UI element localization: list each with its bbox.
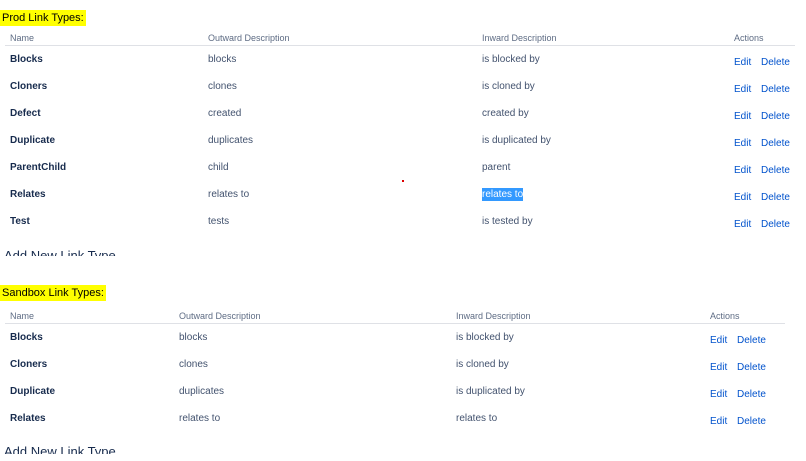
- sandbox-header-name: Name: [10, 311, 35, 321]
- link-type-name: Cloners: [10, 359, 48, 370]
- link-type-name: Test: [10, 216, 30, 227]
- prod-header-divider: [5, 45, 795, 46]
- inward-description: is blocked by: [482, 54, 540, 65]
- edit-link[interactable]: Edit: [710, 334, 727, 347]
- inward-description-selected: relates to: [482, 188, 524, 201]
- edit-link[interactable]: Edit: [734, 218, 751, 231]
- edit-link[interactable]: Edit: [734, 83, 751, 96]
- outward-description: relates to: [179, 413, 221, 424]
- delete-link[interactable]: Delete: [737, 388, 766, 401]
- link-type-name: Defect: [10, 108, 41, 119]
- edit-link[interactable]: Edit: [710, 415, 727, 428]
- edit-link[interactable]: Edit: [734, 191, 751, 204]
- inward-description: is cloned by: [482, 81, 535, 92]
- outward-description: tests: [208, 216, 230, 227]
- inward-description: is tested by: [482, 216, 533, 227]
- link-type-name: Relates: [10, 189, 46, 200]
- delete-link[interactable]: Delete: [761, 110, 790, 123]
- sandbox-section-label: Sandbox Link Types:: [0, 285, 106, 301]
- prod-add-new-link-type-heading[interactable]: Add New Link Type: [4, 248, 116, 256]
- edit-link[interactable]: Edit: [734, 56, 751, 69]
- inward-description: is duplicated by: [482, 135, 551, 146]
- inward-description: is duplicated by: [456, 386, 525, 397]
- outward-description: duplicates: [208, 135, 254, 146]
- link-type-name: Blocks: [10, 332, 43, 343]
- outward-description: blocks: [208, 54, 237, 65]
- edit-link[interactable]: Edit: [710, 361, 727, 374]
- inward-description: is blocked by: [456, 332, 514, 343]
- delete-link[interactable]: Delete: [761, 56, 790, 69]
- edit-link[interactable]: Edit: [734, 110, 751, 123]
- inward-description: relates to: [456, 413, 498, 424]
- edit-link[interactable]: Edit: [710, 388, 727, 401]
- link-type-name: Duplicate: [10, 135, 56, 146]
- delete-link[interactable]: Delete: [737, 415, 766, 428]
- outward-description: blocks: [179, 332, 208, 343]
- outward-description: duplicates: [179, 386, 225, 397]
- cursor-dot: [402, 180, 404, 182]
- prod-header-name: Name: [10, 33, 35, 43]
- sandbox-header-outward: Outward Description: [179, 311, 261, 321]
- inward-description: created by: [482, 108, 529, 119]
- outward-description: created: [208, 108, 242, 119]
- prod-section-label: Prod Link Types:: [0, 10, 86, 26]
- delete-link[interactable]: Delete: [761, 191, 790, 204]
- link-type-name: Blocks: [10, 54, 43, 65]
- link-type-name: Relates: [10, 413, 46, 424]
- edit-link[interactable]: Edit: [734, 164, 751, 177]
- prod-header-actions: Actions: [734, 33, 764, 43]
- sandbox-header-actions: Actions: [710, 311, 740, 321]
- inward-description: is cloned by: [456, 359, 509, 370]
- link-type-name: Cloners: [10, 81, 48, 92]
- outward-description: clones: [179, 359, 208, 370]
- prod-header-inward: Inward Description: [482, 33, 557, 43]
- outward-description: clones: [208, 81, 237, 92]
- edit-link[interactable]: Edit: [734, 137, 751, 150]
- delete-link[interactable]: Delete: [737, 361, 766, 374]
- delete-link[interactable]: Delete: [761, 218, 790, 231]
- sandbox-add-new-link-type-heading[interactable]: Add New Link Type: [4, 444, 116, 454]
- delete-link[interactable]: Delete: [761, 164, 790, 177]
- delete-link[interactable]: Delete: [737, 334, 766, 347]
- link-type-name: Duplicate: [10, 386, 56, 397]
- delete-link[interactable]: Delete: [761, 83, 790, 96]
- inward-description: parent: [482, 162, 511, 173]
- delete-link[interactable]: Delete: [761, 137, 790, 150]
- outward-description: child: [208, 162, 229, 173]
- sandbox-header-inward: Inward Description: [456, 311, 531, 321]
- outward-description: relates to: [208, 189, 250, 200]
- prod-header-outward: Outward Description: [208, 33, 290, 43]
- link-type-name: ParentChild: [10, 162, 67, 173]
- sandbox-header-divider: [5, 323, 785, 324]
